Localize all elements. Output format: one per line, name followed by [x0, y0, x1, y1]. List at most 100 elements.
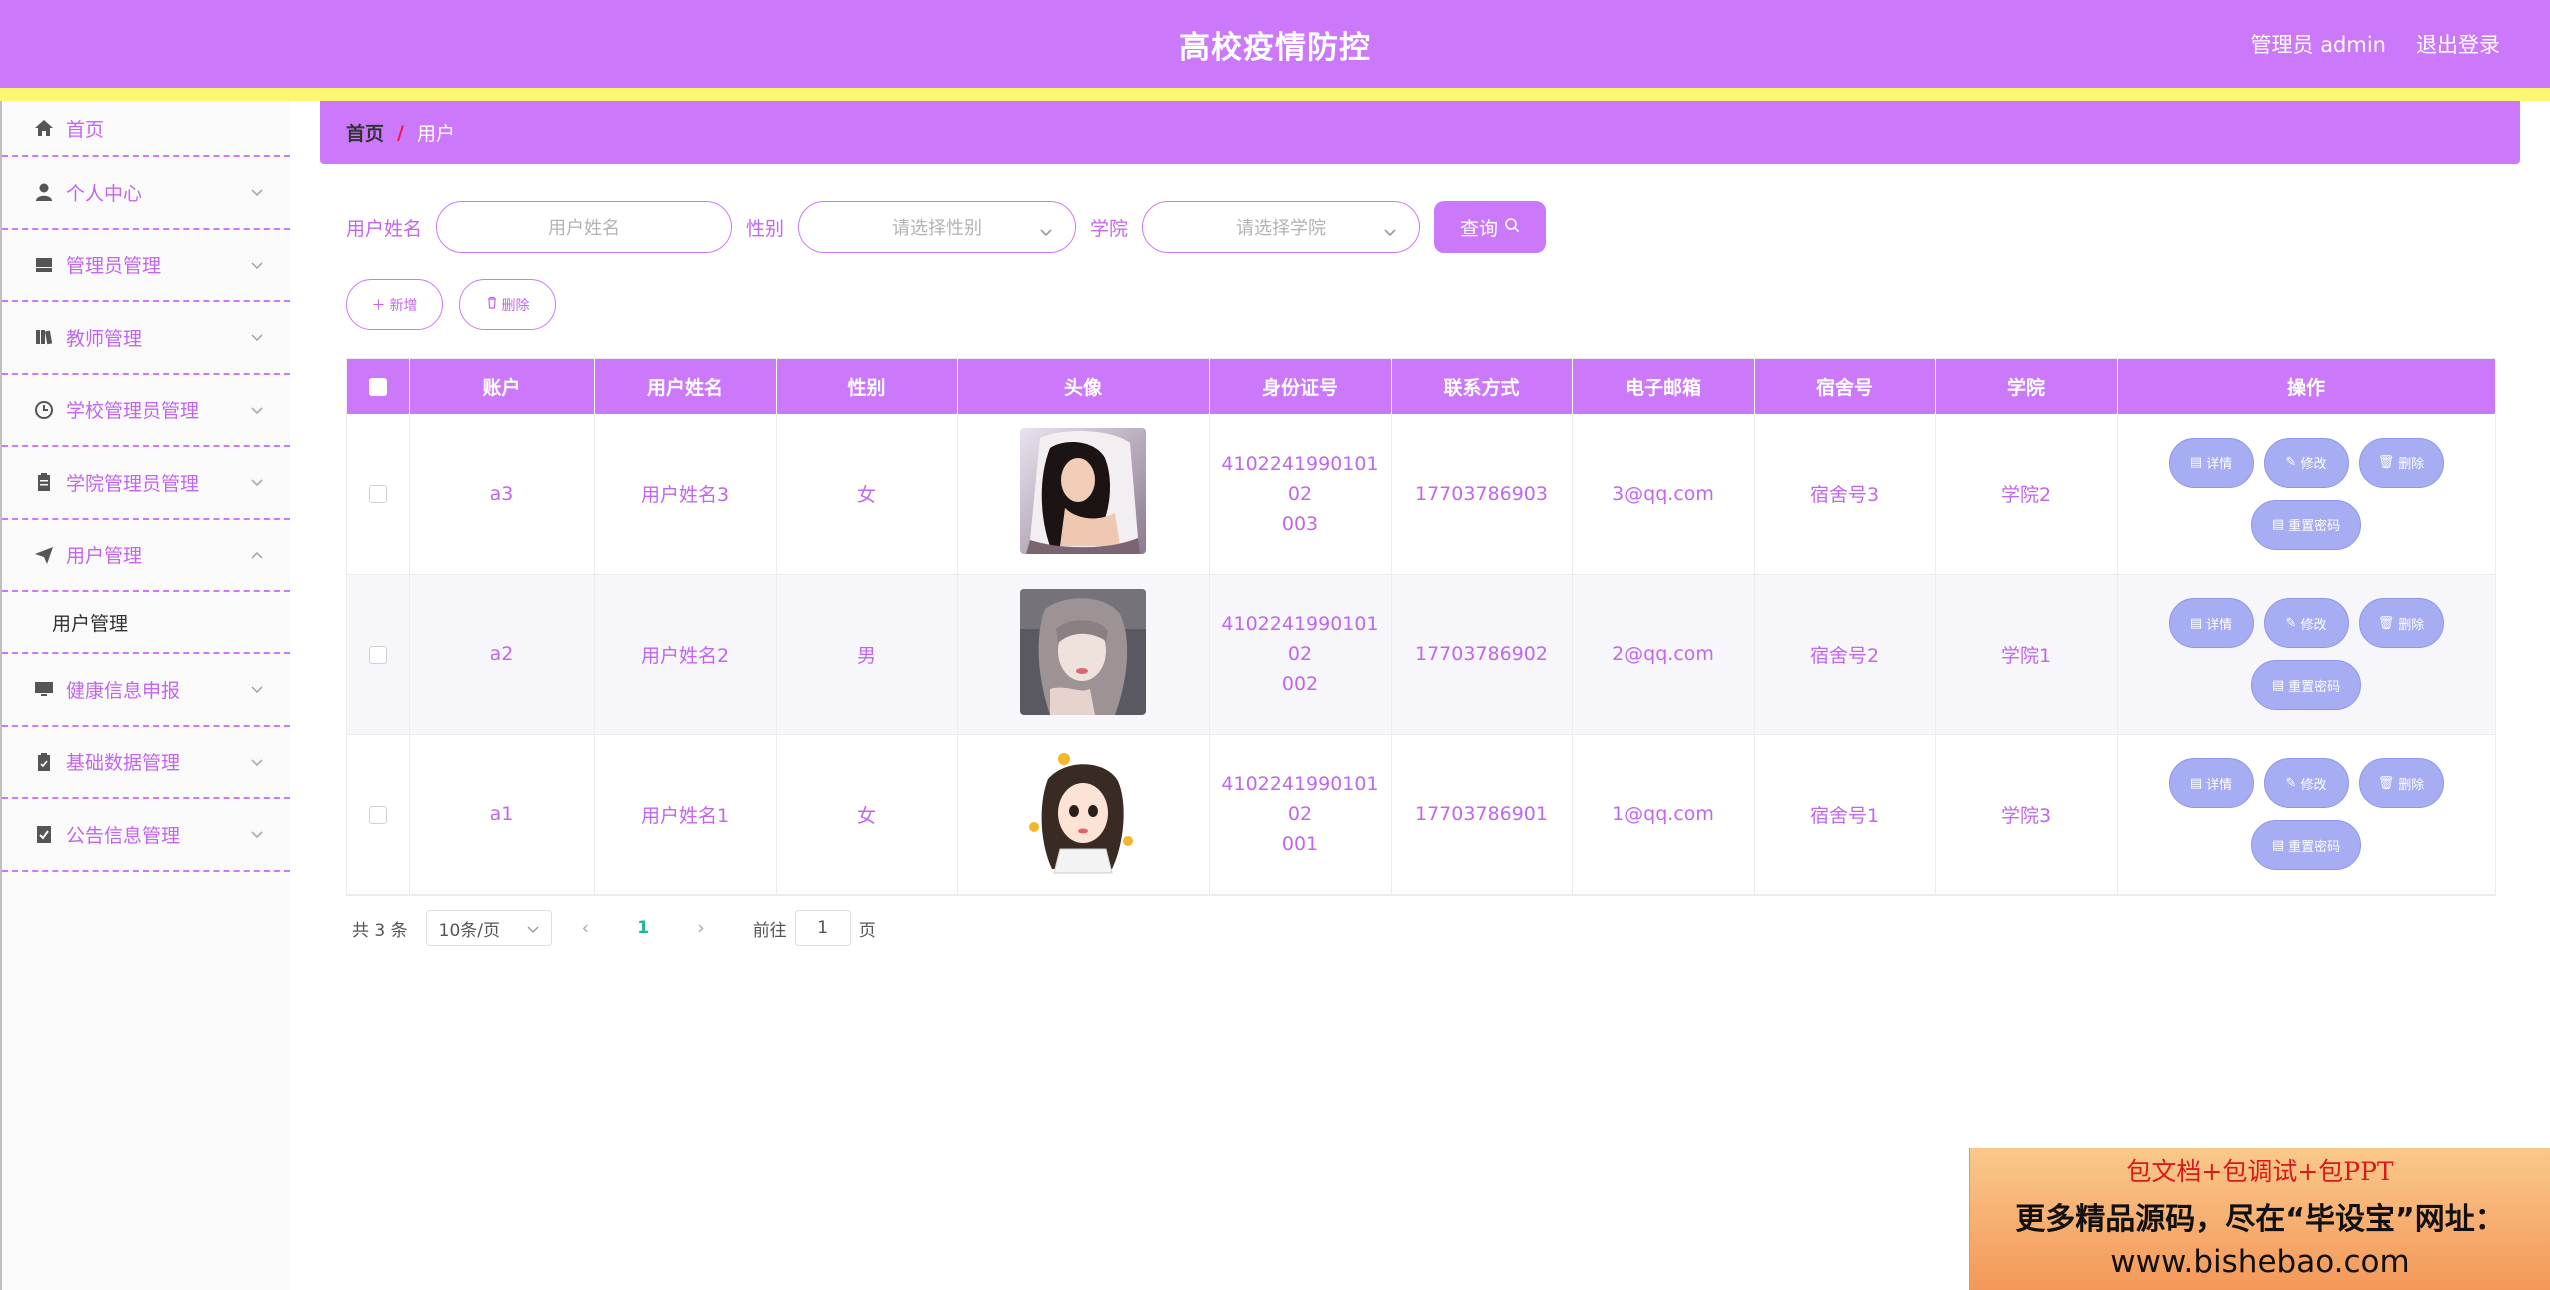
batch-delete-label: 删除: [501, 297, 530, 314]
storage-icon: [32, 253, 56, 277]
sidebar-item-health-report[interactable]: 健康信息申报: [2, 654, 290, 727]
id-number-cell: 410224199010102 001: [1209, 734, 1392, 895]
page-size-select[interactable]: 10条/页: [425, 910, 552, 946]
id-number-text: 410224199010102 002: [1221, 613, 1379, 695]
gender-select[interactable]: 请选择性别: [798, 201, 1077, 253]
prev-page-button[interactable]: ‹: [582, 917, 590, 939]
row-checkbox[interactable]: [368, 645, 387, 664]
breadcrumb: 首页 / 用户: [320, 101, 2520, 164]
college-cell: 学院2: [1935, 414, 2118, 575]
sidebar-item-school-admin-management[interactable]: 学校管理员管理: [2, 375, 290, 447]
detail-button[interactable]: ▤ 详情: [2168, 598, 2254, 648]
chevron-down-icon: [250, 185, 264, 199]
header-accent-strip: [0, 88, 2550, 101]
next-page-button[interactable]: ›: [697, 917, 705, 939]
detail-button[interactable]: ▤ 详情: [2168, 437, 2254, 488]
chevron-down-icon: [1039, 221, 1053, 242]
table-row: a1 用户姓名1 女 410224199010102 001 177037869…: [347, 734, 2496, 895]
select-all-cell[interactable]: [347, 359, 410, 414]
goto-suffix: 页: [858, 920, 876, 941]
gender-cell: 女: [776, 734, 958, 895]
pagination: 共 3 条 10条/页 ‹ 1 › 前往 1 页: [352, 910, 876, 946]
row-checkbox[interactable]: [368, 805, 387, 824]
phone-cell: 17703786902: [1391, 574, 1573, 735]
page-number-current[interactable]: 1: [637, 918, 649, 938]
breadcrumb-home[interactable]: 首页: [346, 119, 384, 146]
account-cell: a1: [409, 734, 595, 895]
select-all-checkbox[interactable]: [368, 378, 387, 396]
table-header-row: 账户 用户姓名 性别 头像 身份证号 联系方式 电子邮箱 宿舍号 学院 操作: [347, 359, 2496, 414]
chevron-down-icon: [527, 918, 539, 938]
avatar: [1020, 588, 1146, 715]
query-button-label: 查询: [1460, 217, 1499, 240]
add-button[interactable]: ＋ 新增: [346, 279, 443, 330]
phone-cell: 17703786903: [1391, 414, 1573, 575]
sidebar-item-label: 健康信息申报: [66, 679, 181, 702]
reset-password-button[interactable]: ▤ 重置密码: [2251, 499, 2361, 550]
row-select-cell[interactable]: [347, 414, 410, 575]
chevron-down-icon: [1383, 221, 1397, 242]
college-cell: 学院3: [1935, 734, 2118, 895]
admin-user-label: 管理员 admin: [2250, 33, 2386, 57]
sidebar-item-user-management[interactable]: 用户管理: [2, 520, 290, 592]
gender-cell: 女: [776, 414, 958, 575]
column-header: 用户姓名: [594, 359, 777, 414]
dorm-cell: 宿舍号1: [1754, 734, 1936, 895]
delete-button[interactable]: 🗑 删除: [2358, 437, 2444, 488]
column-header: 电子邮箱: [1572, 359, 1755, 414]
sidebar-item-label: 首页: [66, 118, 105, 141]
college-select[interactable]: 请选择学院: [1142, 201, 1421, 253]
sidebar-item-teacher-management[interactable]: 教师管理: [2, 302, 290, 375]
delete-button[interactable]: 🗑 删除: [2358, 758, 2444, 808]
id-number-text: 410224199010102 001: [1221, 773, 1379, 855]
edit-button[interactable]: ✎ 修改: [2263, 598, 2349, 648]
row-select-cell[interactable]: [347, 574, 410, 735]
sidebar-item-personal-center[interactable]: 个人中心: [2, 157, 290, 230]
reset-password-button[interactable]: ▤ 重置密码: [2251, 660, 2361, 710]
breadcrumb-separator: /: [397, 121, 404, 144]
query-button[interactable]: 查询: [1434, 201, 1547, 253]
user-icon: [32, 180, 56, 204]
batch-delete-button[interactable]: 删除: [459, 279, 556, 330]
id-number-cell: 410224199010102 003: [1209, 414, 1392, 575]
clipboard-icon: [32, 470, 56, 494]
row-select-cell[interactable]: [347, 734, 410, 895]
edit-button[interactable]: ✎ 修改: [2263, 437, 2349, 488]
sidebar-item-home[interactable]: 首页: [2, 101, 290, 157]
goto-page-input[interactable]: 1: [794, 910, 851, 946]
sidebar-item-admin-management[interactable]: 管理员管理: [2, 230, 290, 302]
sidebar-item-label: 基础数据管理: [66, 752, 181, 775]
promo-line-1: 包文档+包调试+包PPT: [2126, 1157, 2394, 1186]
sidebar-item-base-data-management[interactable]: 基础数据管理: [2, 727, 290, 799]
logout-link[interactable]: 退出登录: [2416, 29, 2500, 59]
plus-icon: ＋: [371, 297, 386, 314]
chevron-up-icon: [250, 548, 264, 562]
detail-button[interactable]: ▤ 详情: [2168, 758, 2254, 808]
sidebar-item-label: 学院管理员管理: [66, 472, 200, 495]
gender-select-placeholder: 请选择性别: [892, 218, 983, 239]
top-header: 高校疫情防控 管理员 admin 退出登录: [0, 0, 2550, 88]
trash-icon: 🗑: [2377, 615, 2395, 631]
column-header: 操作: [2117, 359, 2496, 414]
sidebar-item-notice-management[interactable]: 公告信息管理: [2, 799, 290, 872]
table-row: a2 用户姓名2 男 410224199010102 002 177037869…: [347, 574, 2496, 735]
phone-cell: 17703786901: [1391, 734, 1573, 895]
promo-line-3: www.bishebao.com: [2110, 1244, 2410, 1280]
operations-cell: ▤ 详情 ✎ 修改 🗑 删除 ▤ 重置密码: [2117, 414, 2496, 575]
submenu-item-user-management[interactable]: 用户管理: [2, 592, 290, 654]
delete-button[interactable]: 🗑 删除: [2358, 598, 2444, 648]
name-search-input[interactable]: 用户姓名: [436, 201, 733, 253]
goto-prefix: 前往: [752, 920, 787, 941]
sidebar-item-college-admin-management[interactable]: 学院管理员管理: [2, 447, 290, 520]
email-cell: 1@qq.com: [1572, 734, 1755, 895]
chevron-down-icon: [250, 475, 264, 489]
edit-button[interactable]: ✎ 修改: [2263, 758, 2349, 808]
id-number-text: 410224199010102 003: [1221, 452, 1379, 535]
reset-password-button[interactable]: ▤ 重置密码: [2251, 820, 2361, 870]
gender-cell: 男: [776, 574, 958, 735]
row-checkbox[interactable]: [368, 485, 387, 504]
avatar: [1020, 428, 1146, 555]
promo-banner: 包文档+包调试+包PPT 更多精品源码，尽在“毕设宝”网址： www.bishe…: [1969, 1148, 2550, 1290]
document-icon: ▤: [2189, 775, 2203, 791]
sidebar: 首页 个人中心 管理员管理 教师管理 学校管理员管理 学院管理员管理 用户管理 …: [0, 101, 290, 1290]
